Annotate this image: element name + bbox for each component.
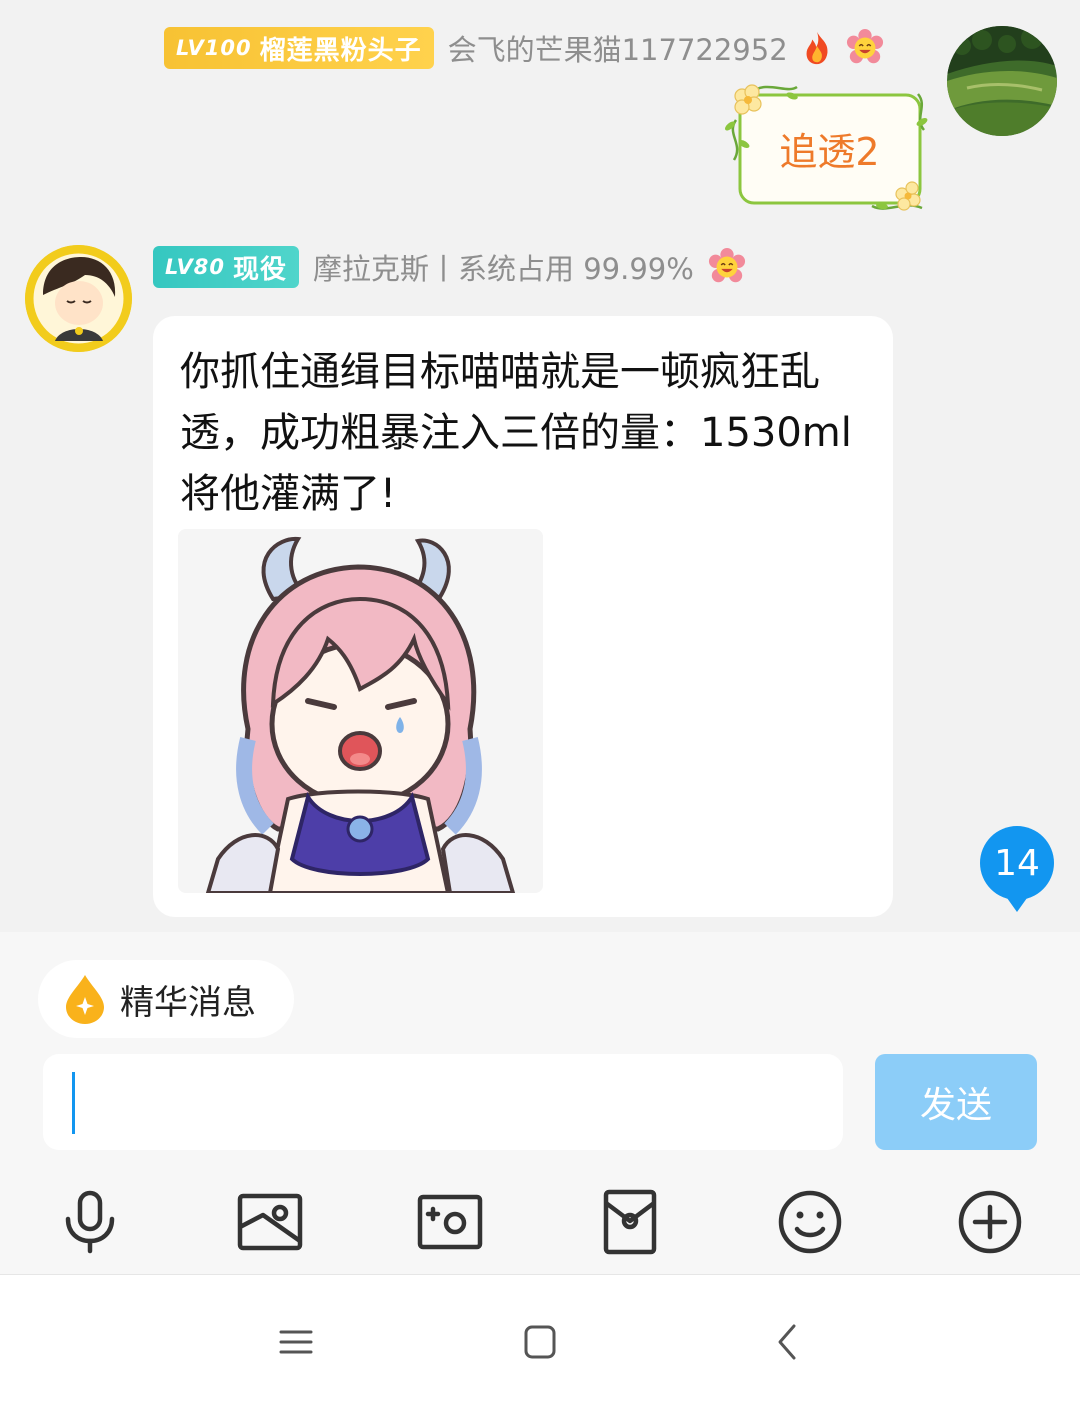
message-bubble[interactable]: 你抓住通缉目标喵喵就是一顿疯狂乱透，成功粗暴注入三倍的量：1530ml将他灌满了… [153, 316, 893, 917]
input-panel: 精华消息 发送 [0, 932, 1080, 1274]
level-tag: LV80 [165, 255, 225, 279]
fire-icon [798, 29, 836, 67]
camera-icon[interactable] [415, 1187, 485, 1257]
input-toolbar [0, 1187, 1080, 1257]
sender-info-row: LV100 榴莲黑粉头子 会飞的芒果猫117722952 [164, 27, 884, 69]
unread-count-badge[interactable]: 14 [980, 826, 1054, 912]
emoji-icon[interactable] [775, 1187, 845, 1257]
back-icon[interactable] [768, 1322, 808, 1362]
message-input[interactable] [43, 1054, 843, 1150]
sender-avatar[interactable] [25, 245, 132, 352]
system-nav-bar [0, 1274, 1080, 1405]
title-badge-text: 现役 [232, 254, 287, 285]
send-button[interactable]: 发送 [875, 1054, 1037, 1150]
level-title-badge: LV100 榴莲黑粉头子 [164, 27, 434, 69]
essence-drop-icon [64, 973, 106, 1025]
sender-nickname[interactable]: 摩拉克斯丨系统占用 99.99% [313, 246, 694, 288]
level-tag: LV100 [176, 36, 252, 60]
title-badge-text: 榴莲黑粉头子 [259, 35, 422, 66]
essence-messages-button[interactable]: 精华消息 [38, 960, 294, 1038]
menu-icon[interactable] [276, 1322, 316, 1362]
flower-face-icon [708, 248, 746, 286]
chat-area[interactable]: LV100 榴莲黑粉头子 会飞的芒果猫117722952 追透2 LV80 现役… [0, 0, 1080, 932]
sender-info-row: LV80 现役 摩拉克斯丨系统占用 99.99% [153, 246, 746, 288]
my-avatar[interactable] [947, 26, 1057, 136]
level-title-badge: LV80 现役 [153, 246, 299, 288]
image-icon[interactable] [235, 1187, 305, 1257]
sender-nickname[interactable]: 会飞的芒果猫117722952 [448, 27, 788, 69]
flower-face-icon [846, 29, 884, 67]
microphone-icon[interactable] [55, 1187, 125, 1257]
home-icon[interactable] [520, 1322, 560, 1362]
message-bubble-floral[interactable]: 追透2 [722, 82, 932, 212]
plus-icon[interactable] [955, 1187, 1025, 1257]
sticker-image[interactable] [178, 529, 543, 893]
message-text: 追透2 [779, 129, 880, 174]
text-caret [72, 1072, 75, 1134]
message-text: 你抓住通缉目标喵喵就是一顿疯狂乱透，成功粗暴注入三倍的量：1530ml将他灌满了… [180, 349, 852, 517]
essence-label: 精华消息 [120, 982, 256, 1023]
red-packet-icon[interactable] [595, 1187, 665, 1257]
